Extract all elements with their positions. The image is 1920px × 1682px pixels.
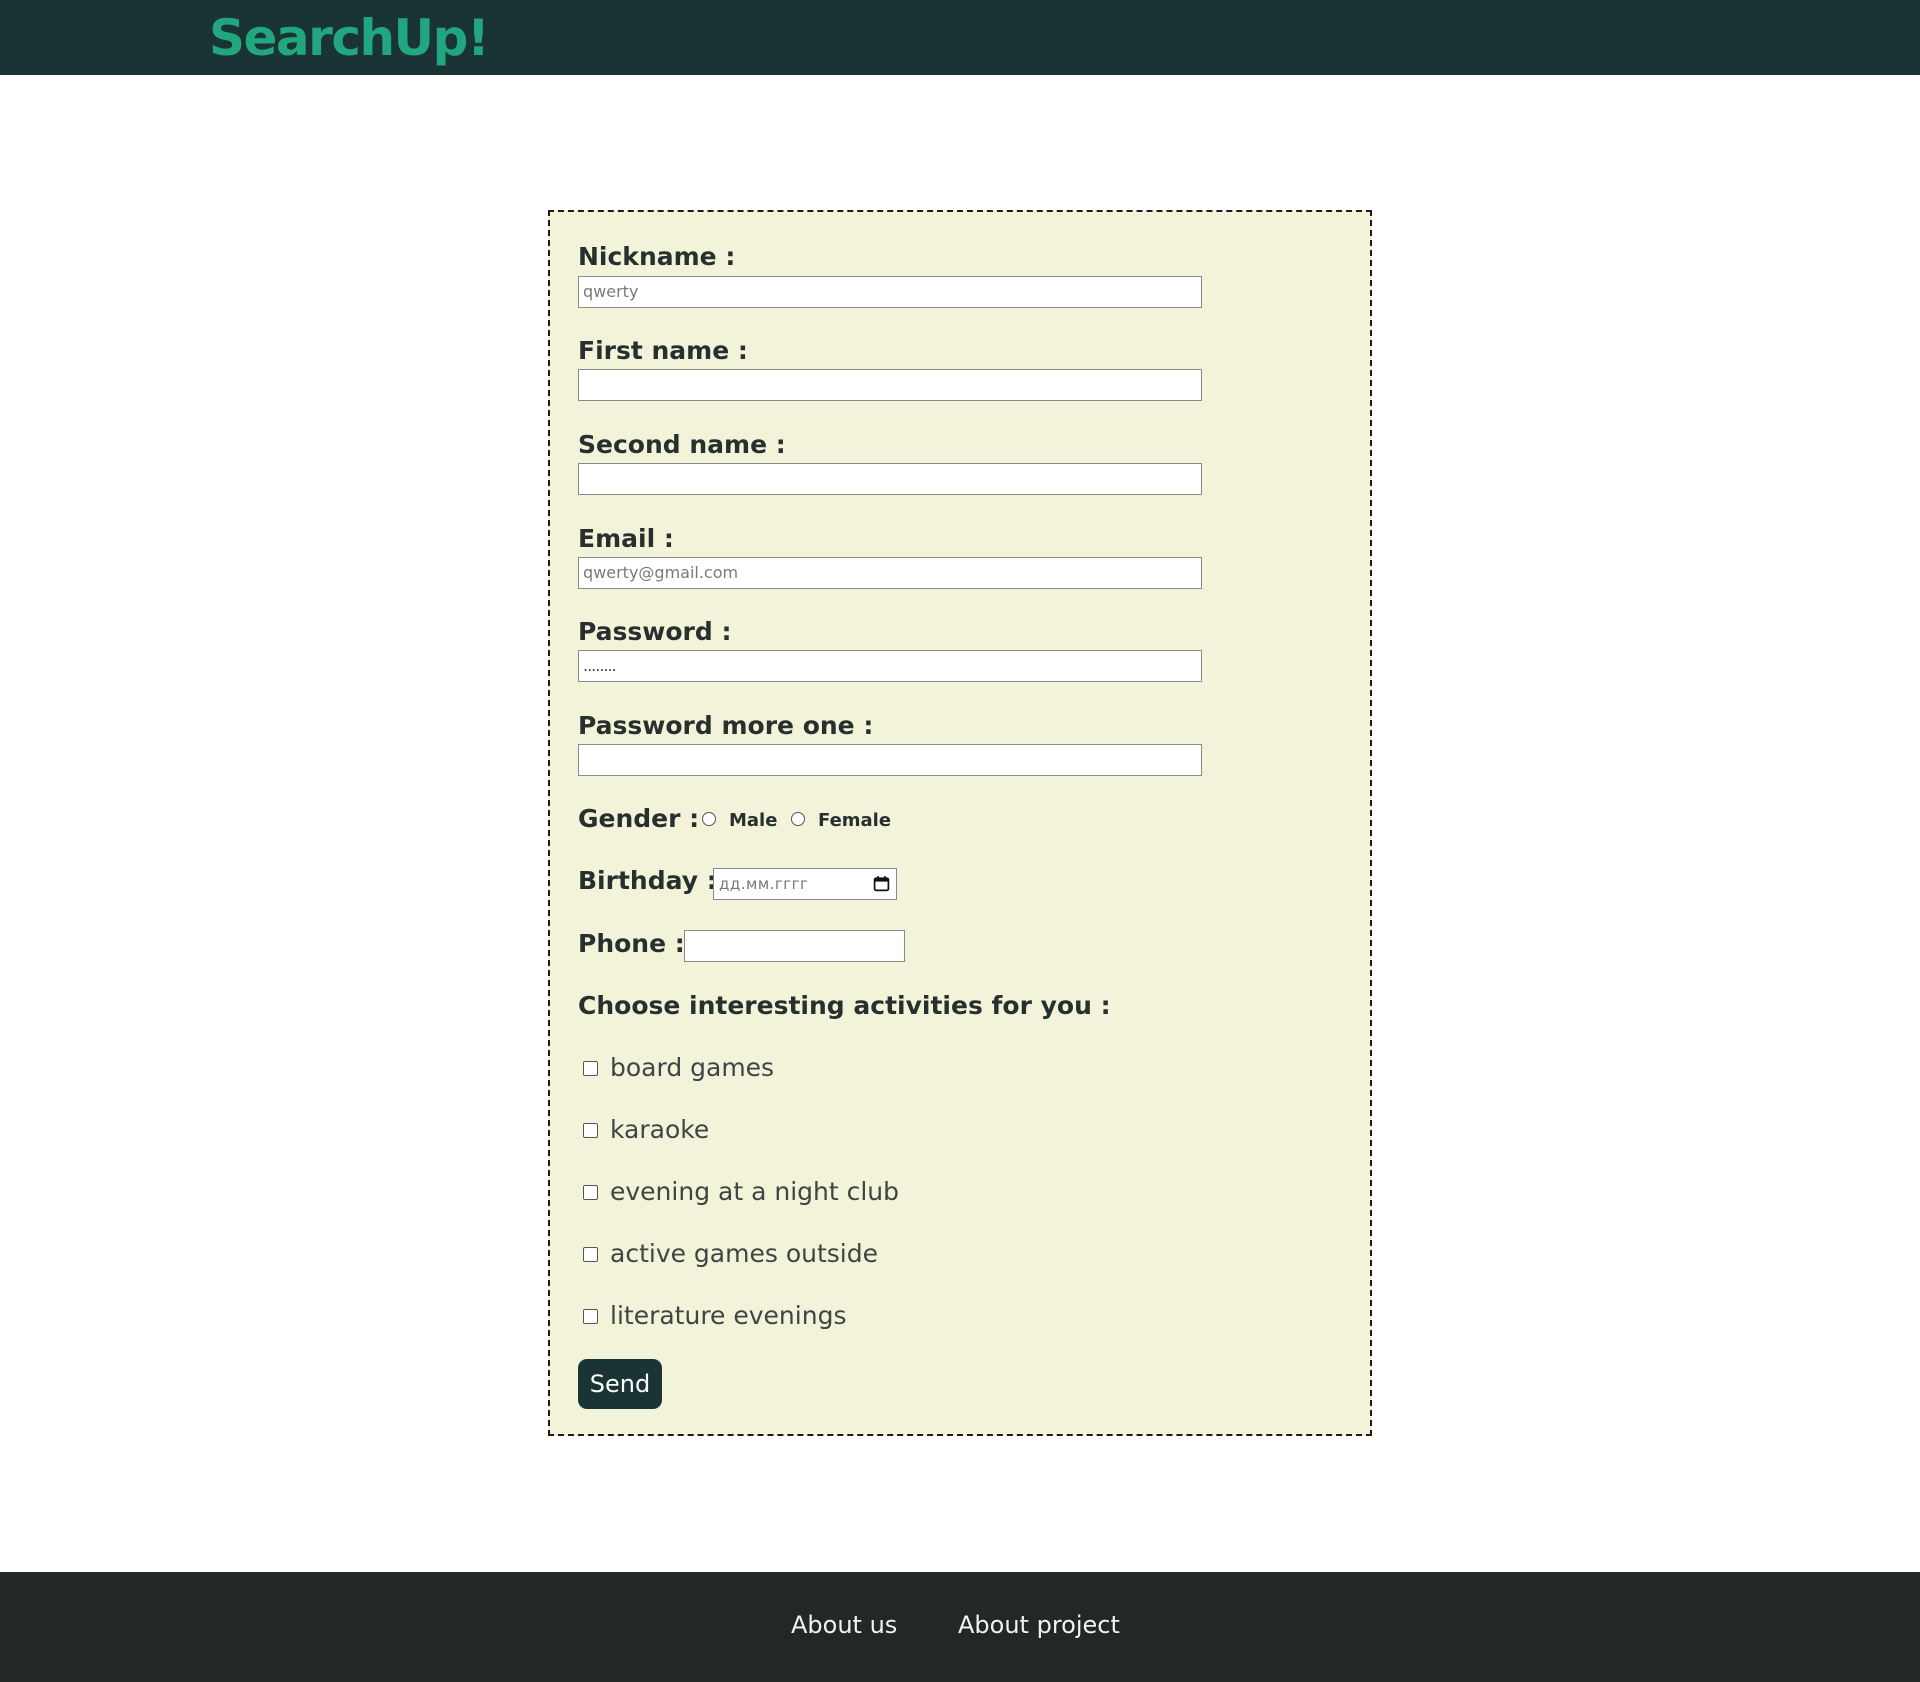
second-name-input[interactable]	[578, 463, 1202, 495]
activity-checkbox-night-club[interactable]	[583, 1185, 598, 1200]
logo[interactable]: SearchUp!	[209, 8, 490, 68]
first-name-input[interactable]	[578, 369, 1202, 401]
activity-checkbox-outside-games[interactable]	[583, 1247, 598, 1262]
birthday-label: Birthday :	[578, 866, 717, 895]
activity-checkbox-karaoke[interactable]	[583, 1123, 598, 1138]
activities-heading: Choose interesting activities for you :	[578, 991, 1111, 1020]
footer-link-about-us[interactable]: About us	[791, 1610, 897, 1640]
phone-input[interactable]	[684, 930, 905, 962]
birthday-placeholder: дд.мм.гггг	[719, 875, 809, 893]
email-label: Email :	[578, 524, 674, 553]
registration-form: Nickname : qwerty First name : Second na…	[548, 210, 1372, 1436]
send-button[interactable]: Send	[578, 1359, 662, 1409]
header: SearchUp!	[0, 0, 1920, 75]
activity-label-board-games[interactable]: board games	[610, 1053, 774, 1083]
password-repeat-input[interactable]	[578, 744, 1202, 776]
gender-male-label[interactable]: Male	[729, 810, 777, 832]
password-label: Password :	[578, 617, 732, 646]
password-input[interactable]: ........	[578, 650, 1202, 682]
gender-male-radio[interactable]	[702, 812, 716, 826]
activity-checkbox-board-games[interactable]	[583, 1061, 598, 1076]
email-input[interactable]: qwerty@gmail.com	[578, 557, 1202, 589]
gender-female-radio[interactable]	[791, 812, 805, 826]
activity-label-night-club[interactable]: evening at a night club	[610, 1177, 899, 1207]
nickname-input[interactable]: qwerty	[578, 276, 1202, 308]
nickname-label: Nickname :	[578, 242, 736, 271]
footer-link-about-project[interactable]: About project	[958, 1610, 1120, 1640]
password-repeat-label: Password more one :	[578, 711, 874, 740]
activity-label-karaoke[interactable]: karaoke	[610, 1115, 709, 1145]
first-name-label: First name :	[578, 336, 748, 365]
activity-label-outside-games[interactable]: active games outside	[610, 1239, 878, 1269]
gender-label: Gender :	[578, 804, 700, 833]
gender-female-label[interactable]: Female	[818, 810, 891, 832]
activity-label-literature[interactable]: literature evenings	[610, 1301, 846, 1331]
phone-label: Phone :	[578, 929, 685, 958]
footer: About us About project	[0, 1572, 1920, 1682]
calendar-icon[interactable]	[873, 875, 890, 892]
birthday-input[interactable]: дд.мм.гггг	[713, 868, 897, 900]
activity-checkbox-literature[interactable]	[583, 1309, 598, 1324]
second-name-label: Second name :	[578, 430, 786, 459]
